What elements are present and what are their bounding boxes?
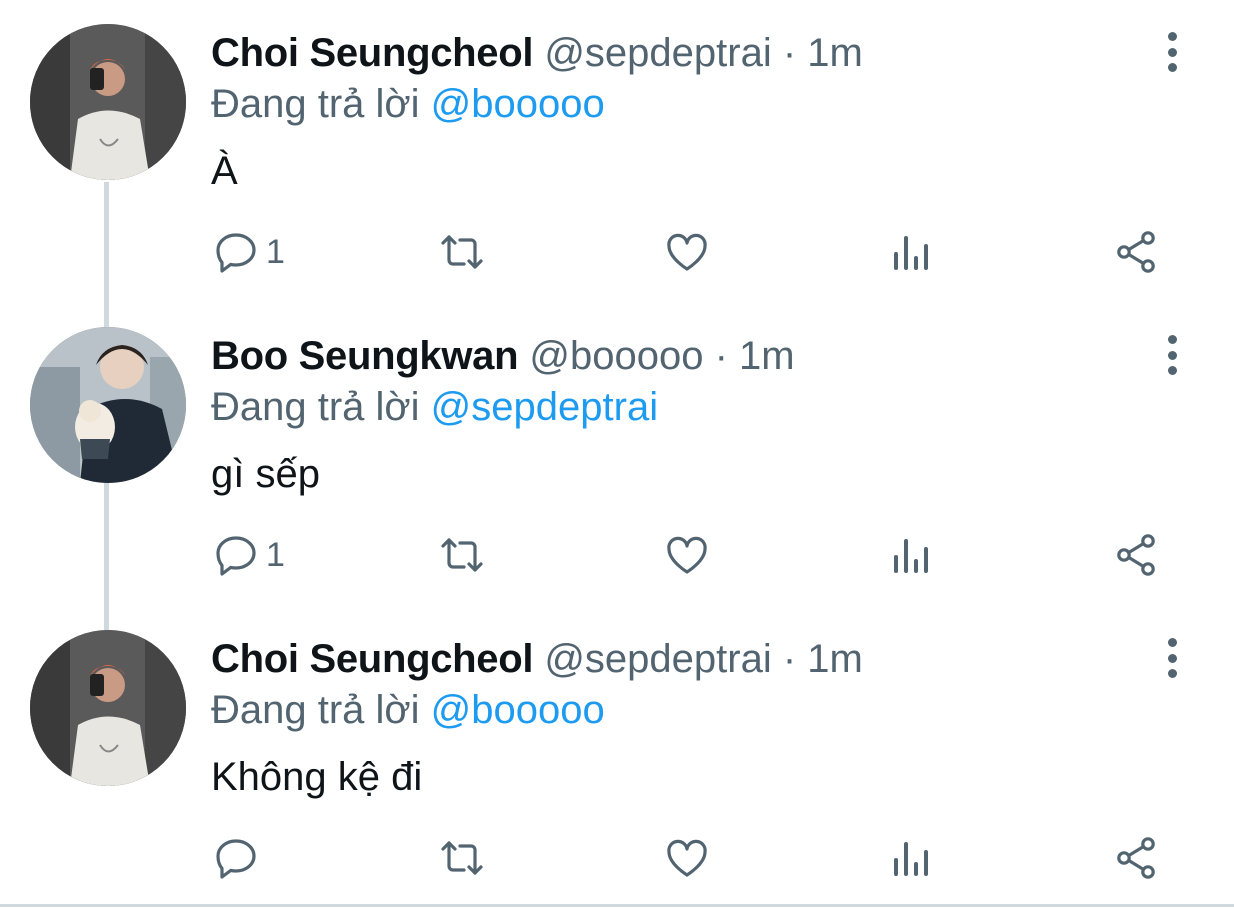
more-vertical-icon[interactable] (1158, 335, 1186, 375)
like-button[interactable] (663, 531, 711, 579)
author-handle[interactable]: @sepdeptrai (544, 31, 771, 75)
reply-mention-link[interactable]: @sepdeptrai (431, 385, 658, 429)
author-handle[interactable]: @booooo (529, 334, 703, 378)
tweet-header: Boo Seungkwan @booooo · 1m (211, 331, 1174, 381)
share-icon (1117, 231, 1155, 273)
avatar[interactable] (30, 24, 186, 180)
tweet-content: Choi Seungcheol @sepdeptrai · 1m Đang tr… (211, 634, 1174, 802)
tweet-text: gì sếp (211, 452, 320, 496)
reply-icon (216, 839, 256, 879)
tweet-header: Choi Seungcheol @sepdeptrai · 1m (211, 28, 1174, 78)
replying-to-label: Đang trả lời (211, 385, 420, 429)
author-handle[interactable]: @sepdeptrai (544, 637, 771, 681)
tweet-content: Boo Seungkwan @booooo · 1m Đang trả lời … (211, 331, 1174, 499)
avatar[interactable] (30, 327, 186, 483)
retweet-icon (441, 538, 483, 572)
author-name[interactable]: Choi Seungcheol (211, 31, 533, 75)
replying-to-label: Đang trả lời (211, 82, 420, 126)
tweet-content: Choi Seungcheol @sepdeptrai · 1m Đang tr… (211, 28, 1174, 196)
share-button[interactable] (1112, 531, 1160, 579)
tweet-time[interactable]: · 1m (715, 334, 795, 378)
tweet[interactable]: Choi Seungcheol @sepdeptrai · 1m Đang tr… (0, 0, 1234, 303)
share-icon (1117, 534, 1155, 576)
replying-to: Đang trả lời @booooo (211, 78, 1174, 130)
replying-to: Đang trả lời @sepdeptrai (211, 381, 1174, 433)
reply-count: 1 (266, 535, 285, 574)
tweet-actions (0, 834, 1234, 890)
bottom-divider (0, 904, 1234, 907)
author-name[interactable]: Choi Seungcheol (211, 637, 533, 681)
tweet[interactable]: Choi Seungcheol @sepdeptrai · 1m Đang tr… (0, 606, 1234, 909)
tweet-thread: Choi Seungcheol @sepdeptrai · 1m Đang tr… (0, 0, 1234, 909)
reply-icon (216, 536, 256, 576)
reply-button[interactable]: 1 (212, 531, 285, 579)
more-vertical-icon[interactable] (1158, 638, 1186, 678)
tweet-actions: 1 (0, 228, 1234, 284)
reply-icon (216, 233, 256, 273)
retweet-button[interactable] (438, 531, 486, 579)
retweet-button[interactable] (438, 228, 486, 276)
analytics-icon (894, 236, 928, 270)
like-button[interactable] (663, 228, 711, 276)
tweet-time[interactable]: · 1m (783, 637, 863, 681)
author-name[interactable]: Boo Seungkwan (211, 334, 519, 378)
retweet-button[interactable] (438, 834, 486, 882)
avatar[interactable] (30, 630, 186, 786)
reply-mention-link[interactable]: @booooo (431, 688, 605, 732)
analytics-icon (894, 842, 928, 876)
analytics-button[interactable] (888, 228, 936, 276)
analytics-button[interactable] (888, 531, 936, 579)
more-vertical-icon[interactable] (1158, 32, 1186, 72)
share-icon (1117, 837, 1155, 879)
reply-count: 1 (266, 232, 285, 271)
analytics-button[interactable] (888, 834, 936, 882)
analytics-icon (894, 539, 928, 573)
reply-button[interactable] (212, 834, 266, 882)
retweet-icon (441, 841, 483, 875)
tweet-text: Không kệ đi (211, 755, 423, 799)
retweet-icon (441, 235, 483, 269)
heart-icon (667, 839, 707, 877)
share-button[interactable] (1112, 228, 1160, 276)
share-button[interactable] (1112, 834, 1160, 882)
replying-to: Đang trả lời @booooo (211, 684, 1174, 736)
tweet-header: Choi Seungcheol @sepdeptrai · 1m (211, 634, 1174, 684)
tweet-actions: 1 (0, 531, 1234, 587)
tweet-text: À (211, 149, 238, 193)
heart-icon (667, 536, 707, 574)
replying-to-label: Đang trả lời (211, 688, 420, 732)
heart-icon (667, 233, 707, 271)
like-button[interactable] (663, 834, 711, 882)
tweet-time[interactable]: · 1m (783, 31, 863, 75)
tweet[interactable]: Boo Seungkwan @booooo · 1m Đang trả lời … (0, 303, 1234, 606)
reply-button[interactable]: 1 (212, 228, 285, 276)
reply-mention-link[interactable]: @booooo (431, 82, 605, 126)
